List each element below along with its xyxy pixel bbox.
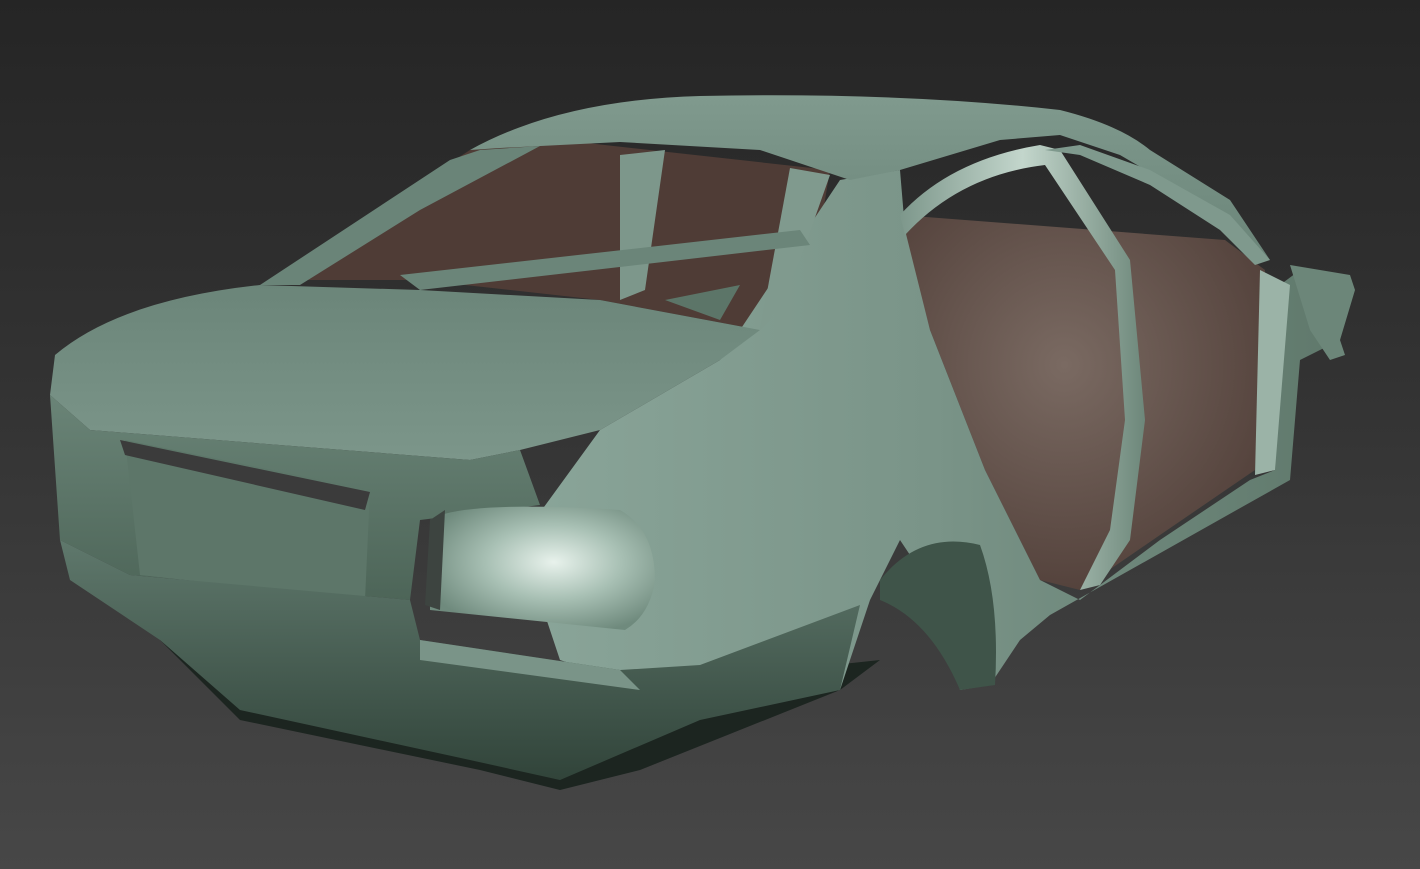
tail-light — [425, 506, 655, 630]
3d-viewport[interactable] — [0, 0, 1420, 869]
rear-wheel-arch — [880, 541, 996, 690]
car-model-render — [50, 95, 1355, 790]
